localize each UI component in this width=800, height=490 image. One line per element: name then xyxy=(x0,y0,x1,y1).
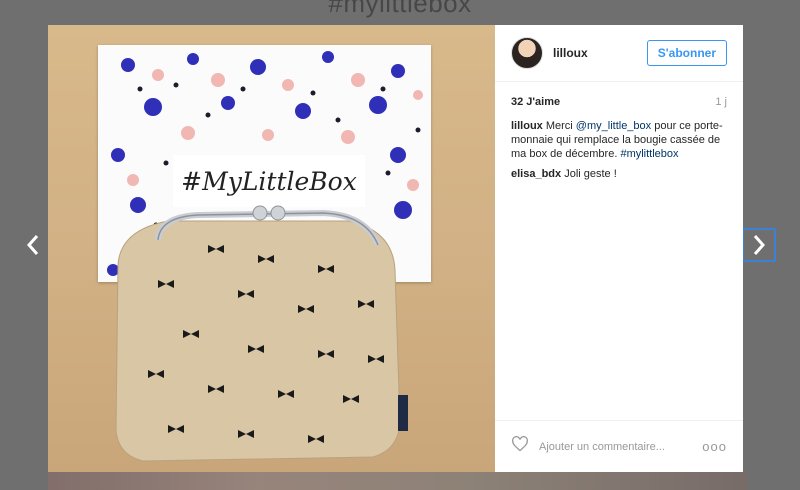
follow-button[interactable]: S'abonner xyxy=(646,40,727,66)
heart-icon[interactable] xyxy=(511,436,529,457)
post-meta: 32 J'aime 1 j xyxy=(495,82,743,116)
comment-footer: Ajouter un commentaire... ooo xyxy=(495,420,743,472)
next-post-button[interactable] xyxy=(742,228,776,262)
background-hashtag-title: #mylittlebox xyxy=(328,0,472,18)
chevron-right-icon xyxy=(753,235,766,255)
likes-count[interactable]: 32 J'aime xyxy=(511,96,560,108)
comment-username[interactable]: elisa_bdx xyxy=(511,168,561,180)
comment-item: elisa_bdx Joli geste ! xyxy=(495,164,743,184)
previous-post-button[interactable] xyxy=(16,228,50,262)
post-age[interactable]: 1 j xyxy=(715,96,727,108)
comment-text: Joli geste ! xyxy=(564,168,617,180)
caption-text-before: Merci xyxy=(545,120,576,132)
post-author-username[interactable]: lilloux xyxy=(553,46,647,60)
caption: lilloux Merci @my_little_box pour ce por… xyxy=(495,116,743,164)
add-comment-input[interactable]: Ajouter un commentaire... xyxy=(529,441,702,453)
caption-username[interactable]: lilloux xyxy=(511,120,543,132)
chevron-left-icon xyxy=(26,235,39,255)
post-photo: #MyLittleBox xyxy=(48,25,495,472)
coin-purse xyxy=(115,205,408,462)
more-options-icon[interactable]: ooo xyxy=(702,439,727,454)
caption-mention-link[interactable]: @my_little_box xyxy=(576,120,651,132)
avatar[interactable] xyxy=(511,37,543,69)
post-header: lilloux S'abonner xyxy=(495,25,743,82)
post-modal: #MyLittleBox lilloux S'abonner 32 J'aime… xyxy=(48,25,743,472)
post-sidebar: lilloux S'abonner 32 J'aime 1 j lilloux … xyxy=(495,25,743,472)
caption-hashtag-link[interactable]: #mylittlebox xyxy=(620,148,678,160)
background-thumbnails-strip xyxy=(48,472,748,490)
